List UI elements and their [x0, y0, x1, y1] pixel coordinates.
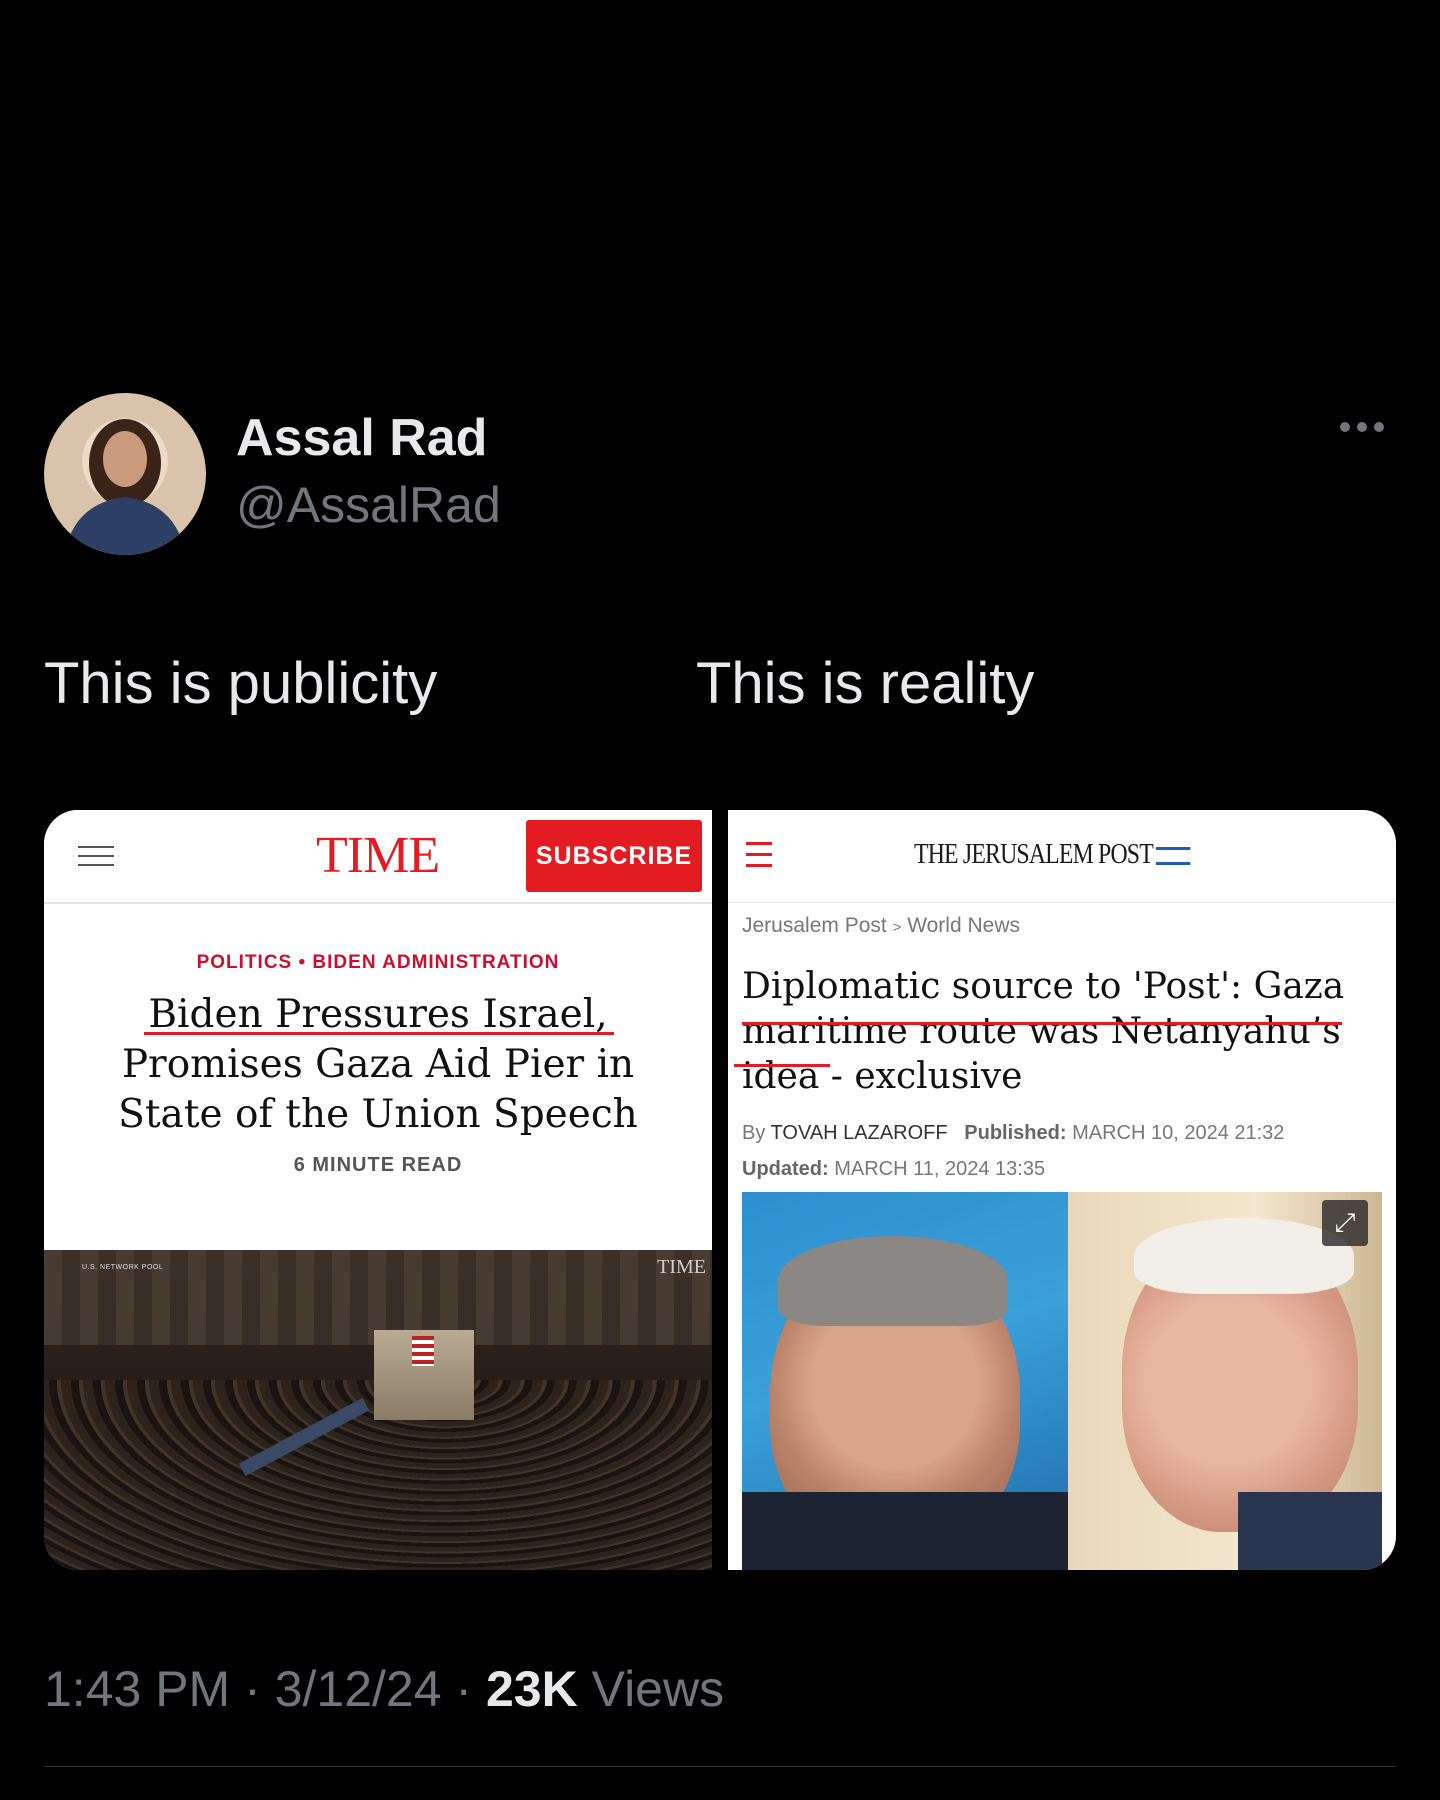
time-headline: Biden Pressures Israel, Promises Gaza Ai… — [118, 992, 638, 1137]
tweet-meta: 1:43 PM · 3/12/24 · 23K Views — [44, 1661, 725, 1717]
ellipsis-icon[interactable] — [1332, 412, 1392, 442]
netanyahu-photo — [742, 1192, 1068, 1570]
breadcrumb-home: Jerusalem Post — [742, 914, 887, 937]
author-name[interactable]: Assal Rad — [236, 408, 487, 468]
tweet-date[interactable]: 3/12/24 — [275, 1661, 442, 1717]
headline-underline-2 — [734, 1064, 830, 1067]
headline-underline — [742, 1022, 1342, 1025]
house-chamber-photo — [44, 1250, 712, 1570]
divider — [44, 1766, 1396, 1767]
views-label[interactable]: Views — [592, 1661, 724, 1717]
jpost-header: THE JERUSALEM POST — [728, 810, 1396, 903]
byline: By TOVAH LAZAROFF Published: MARCH 10, 2… — [742, 1122, 1285, 1144]
read-time: 6 MINUTE READ — [293, 1154, 463, 1176]
time-watermark: TIME — [657, 1256, 706, 1278]
jpost-logo: THE JERUSALEM POST — [914, 838, 1191, 871]
headline-underline — [144, 1032, 614, 1035]
breadcrumb-separator: > — [892, 919, 902, 936]
subscribe-button: SUBSCRIBE — [526, 820, 702, 892]
breadcrumb: Jerusalem Post > World News — [742, 914, 1020, 938]
tweet-media[interactable]: TIME SUBSCRIBE POLITICS • BIDEN ADMINIST… — [44, 810, 1396, 1570]
time-header: TIME SUBSCRIBE — [44, 810, 712, 904]
biden-photo — [1068, 1192, 1382, 1570]
time-logo: TIME — [316, 827, 440, 884]
photo-credit: U.S. NETWORK POOL — [82, 1264, 164, 1271]
article-kicker: POLITICS • BIDEN ADMINISTRATION — [196, 952, 560, 973]
jpost-article-screenshot[interactable]: THE JERUSALEM POST Jerusalem Post > Worl… — [728, 810, 1396, 1570]
author-handle[interactable]: @AssalRad — [236, 476, 501, 534]
views-count[interactable]: 23K — [486, 1661, 578, 1717]
tweet-text-right: This is reality — [696, 651, 1035, 716]
menu-icon — [78, 846, 114, 866]
updated-line: Updated: MARCH 11, 2024 13:35 — [742, 1158, 1046, 1180]
author: TOVAH LAZAROFF — [770, 1122, 948, 1144]
time-article-screenshot[interactable]: TIME SUBSCRIBE POLITICS • BIDEN ADMINIST… — [44, 810, 712, 1570]
avatar-portrait — [64, 419, 186, 555]
leaders-photo: ⤢ — [742, 1192, 1382, 1570]
published-date: MARCH 10, 2024 21:32 — [1072, 1122, 1285, 1144]
expand-icon: ⤢ — [1322, 1200, 1368, 1246]
tweet-text-left: This is publicity — [44, 651, 438, 716]
breadcrumb-section: World News — [907, 914, 1020, 937]
tweet-time[interactable]: 1:43 PM — [44, 1661, 230, 1717]
author-avatar[interactable] — [44, 393, 206, 555]
jpost-headline: Diplomatic source to 'Post': Gaza mariti… — [742, 966, 1345, 1097]
menu-icon — [746, 842, 772, 868]
updated-date: MARCH 11, 2024 13:35 — [834, 1158, 1046, 1180]
